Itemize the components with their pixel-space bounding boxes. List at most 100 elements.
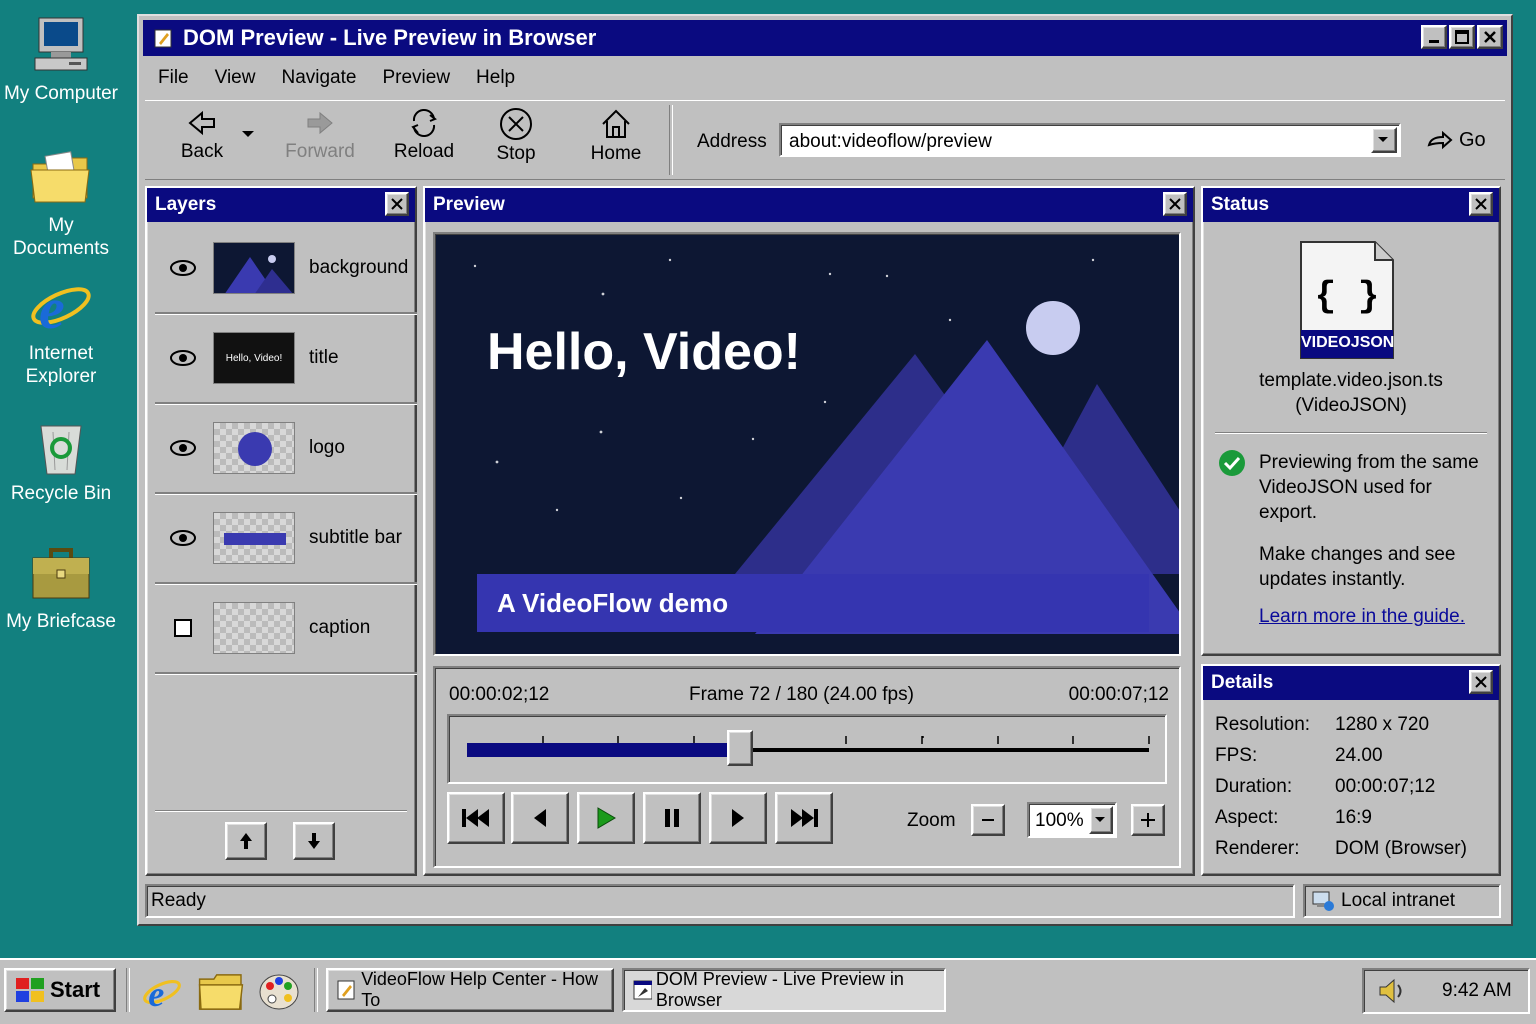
- window-title: DOM Preview - Live Preview in Browser: [183, 25, 597, 50]
- back-history-dropdown[interactable]: [233, 131, 263, 141]
- maximize-icon: [1455, 30, 1469, 44]
- reload-button[interactable]: Reload: [379, 107, 469, 163]
- visibility-toggle[interactable]: [163, 619, 203, 637]
- minimize-button[interactable]: [1421, 25, 1447, 49]
- detail-key: Renderer:: [1215, 838, 1300, 859]
- layer-thumbnail: [213, 242, 295, 294]
- title-bar[interactable]: DOM Preview - Live Preview in Browser: [143, 20, 1507, 56]
- forward-label: Forward: [285, 141, 355, 162]
- address-dropdown-button[interactable]: [1371, 127, 1397, 153]
- desktop-icon-label: Recycle Bin: [10, 483, 112, 504]
- move-layer-down-button[interactable]: [293, 822, 335, 860]
- menu-navigate[interactable]: Navigate: [268, 67, 369, 89]
- start-label: Start: [50, 977, 101, 1002]
- address-input[interactable]: about:videoflow/preview: [779, 123, 1401, 157]
- playhead-thumb[interactable]: [726, 730, 753, 766]
- minimize-icon: [1429, 40, 1439, 43]
- layer-row-caption[interactable]: caption: [155, 584, 417, 674]
- zone-label: Local intranet: [1341, 890, 1456, 911]
- menu-file[interactable]: File: [145, 67, 202, 89]
- details-close-button[interactable]: [1469, 670, 1493, 694]
- video-canvas[interactable]: Hello, Video! A VideoFlow demo: [433, 232, 1181, 656]
- security-zone: Local intranet: [1303, 884, 1501, 918]
- window-icon: [633, 980, 652, 1000]
- zoom-in-button[interactable]: [1131, 804, 1165, 836]
- desktop-icon-label: Internet Explorer: [25, 343, 97, 387]
- start-button[interactable]: Start: [4, 968, 116, 1012]
- skip-to-end-button[interactable]: [775, 792, 833, 844]
- move-layer-up-button[interactable]: [225, 822, 267, 860]
- quicklaunch-ie[interactable]: e: [142, 972, 182, 1017]
- zoom-select[interactable]: 100%: [1027, 802, 1117, 838]
- desktop-icon-internet-explorer[interactable]: e Internet Explorer: [0, 274, 122, 388]
- layer-row-background[interactable]: background: [155, 224, 417, 314]
- chevron-down-icon: [1095, 817, 1105, 822]
- forward-button[interactable]: Forward: [275, 107, 365, 163]
- hidden-checkbox[interactable]: [174, 619, 192, 637]
- visibility-toggle[interactable]: [163, 439, 203, 457]
- svg-text:e: e: [148, 974, 164, 1012]
- skip-back-icon: [462, 809, 489, 827]
- zoom-value: 100%: [1035, 810, 1084, 831]
- timeline-scrubber[interactable]: [447, 714, 1167, 784]
- layer-name: logo: [309, 437, 345, 458]
- step-back-icon: [534, 809, 546, 827]
- desktop-icon-label: My Computer: [3, 83, 119, 104]
- internet-explorer-icon: e: [143, 974, 181, 1014]
- task-dom-preview[interactable]: DOM Preview - Live Preview in Browser: [622, 968, 946, 1012]
- status-panel: Status { } VIDEOJSON template.video.json…: [1201, 186, 1501, 656]
- layer-thumbnail: Hello, Video!: [213, 332, 295, 384]
- desktop-icon-my-briefcase[interactable]: My Briefcase: [0, 542, 122, 633]
- eye-icon: [170, 530, 196, 546]
- menu-help[interactable]: Help: [463, 67, 528, 89]
- pause-button[interactable]: [643, 792, 701, 844]
- skip-to-start-button[interactable]: [447, 792, 505, 844]
- layer-row-title[interactable]: Hello, Video! title: [155, 314, 417, 404]
- status-close-button[interactable]: [1469, 192, 1493, 216]
- detail-resolution: Resolution: 1280 x 720: [1215, 714, 1429, 736]
- learn-more-link[interactable]: Learn more in the guide.: [1259, 606, 1465, 628]
- layer-row-logo[interactable]: logo: [155, 404, 417, 494]
- stop-button[interactable]: Stop: [471, 107, 561, 165]
- home-label: Home: [590, 143, 642, 164]
- task-help-center[interactable]: VideoFlow Help Center - How To: [326, 968, 614, 1012]
- detail-key: Resolution:: [1215, 714, 1311, 735]
- layers-close-button[interactable]: [385, 192, 409, 216]
- back-arrow-icon: [188, 110, 215, 136]
- zoom-out-button[interactable]: [971, 804, 1005, 836]
- reload-icon: [411, 109, 437, 137]
- clock[interactable]: 9:42 AM: [1442, 980, 1512, 1002]
- preview-close-button[interactable]: [1163, 192, 1187, 216]
- desktop-icon-recycle-bin[interactable]: Recycle Bin: [0, 414, 122, 505]
- desktop-icon-my-computer[interactable]: My Computer: [0, 14, 122, 105]
- menu-view[interactable]: View: [202, 67, 269, 89]
- speaker-icon[interactable]: [1376, 976, 1410, 1006]
- quicklaunch-folder[interactable]: [198, 972, 244, 1017]
- visibility-toggle[interactable]: [163, 529, 203, 547]
- skip-forward-icon: [791, 809, 818, 827]
- close-icon: [1475, 198, 1487, 210]
- step-forward-button[interactable]: [709, 792, 767, 844]
- go-button[interactable]: Go: [1427, 129, 1486, 152]
- total-time: 00:00:07;12: [1068, 684, 1169, 705]
- quicklaunch-paint[interactable]: [258, 972, 300, 1017]
- menu-preview[interactable]: Preview: [369, 67, 463, 89]
- timeline-progress: [467, 743, 740, 757]
- folder-icon: [29, 146, 93, 210]
- maximize-button[interactable]: [1449, 25, 1475, 49]
- plus-icon: [1141, 813, 1155, 827]
- details-panel: Details Resolution: 1280 x 720 FPS: 24.00 …: [1201, 664, 1501, 876]
- play-button[interactable]: [577, 792, 635, 844]
- layer-row-subtitle-bar[interactable]: subtitle bar: [155, 494, 417, 584]
- layers-divider: [155, 810, 407, 812]
- close-icon: [1484, 31, 1496, 43]
- visibility-toggle[interactable]: [163, 259, 203, 277]
- close-button[interactable]: [1477, 25, 1503, 49]
- step-back-button[interactable]: [511, 792, 569, 844]
- visibility-toggle[interactable]: [163, 349, 203, 367]
- address-label: Address: [697, 131, 767, 152]
- eye-icon: [170, 260, 196, 276]
- zoom-dropdown-button[interactable]: [1089, 806, 1113, 834]
- home-button[interactable]: Home: [571, 107, 661, 165]
- desktop-icon-my-documents[interactable]: My Documents: [0, 146, 122, 260]
